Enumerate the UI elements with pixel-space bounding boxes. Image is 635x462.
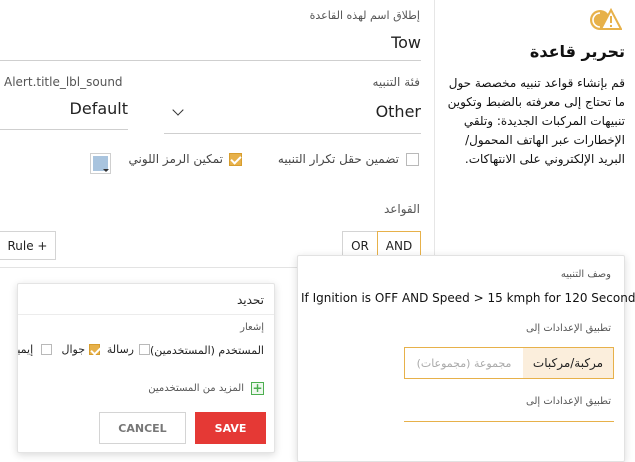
- sms-label: رسالة: [106, 343, 134, 356]
- define-title: تحديد: [236, 293, 264, 307]
- define-divider: [18, 314, 274, 315]
- apply-settings-label: تطبيق الإعدادات إلى: [526, 323, 611, 334]
- description-text: If Ignition is OFF AND Speed > 15 kmph f…: [301, 291, 635, 305]
- description-label: وصف التنبيه: [560, 269, 611, 280]
- category-select[interactable]: Other: [376, 102, 421, 121]
- rules-label: القواعد: [383, 202, 420, 216]
- warning-icon: [590, 8, 622, 30]
- sound-label: Alert.title_lbl_sound: [4, 75, 123, 89]
- color-code-checkbox-label: تمكين الرمز اللوني: [128, 152, 223, 166]
- sound-select[interactable]: Default: [70, 99, 128, 118]
- category-label: فئة التنبيه: [372, 75, 420, 89]
- cancel-button[interactable]: CANCEL: [99, 412, 186, 444]
- repeat-checkbox[interactable]: [406, 153, 419, 166]
- define-dialog: تحديد إشعار المستخدم (المستخدمين) رسالة …: [17, 283, 275, 453]
- add-rule-button[interactable]: Rule +: [0, 231, 56, 260]
- mobile-checkbox[interactable]: [89, 344, 100, 355]
- more-users-link[interactable]: المزيد من المستخدمين: [148, 383, 244, 394]
- add-users-icon[interactable]: +: [251, 382, 264, 395]
- users-label: المستخدم (المستخدمين): [149, 344, 264, 357]
- info-title: تحرير قاعدة: [529, 42, 625, 61]
- sound-underline: [0, 129, 128, 130]
- rule-name-input[interactable]: Tow: [391, 33, 421, 52]
- color-swatch-button[interactable]: [90, 153, 111, 174]
- alert-description-card: وصف التنبيه If Ignition is OFF AND Speed…: [297, 255, 635, 462]
- rule-name-label: إطلاق اسم لهذه القاعدة: [309, 9, 420, 22]
- tab-group[interactable]: مجموعة (مجموعات): [405, 348, 523, 378]
- email-label: إيميل: [17, 343, 34, 356]
- color-code-checkbox[interactable]: [229, 153, 242, 166]
- repeat-checkbox-label: تضمين حقل تكرار التنبيه: [277, 152, 399, 166]
- tab-vehicle[interactable]: مركبة/مركبات: [523, 348, 613, 378]
- save-button[interactable]: SAVE: [195, 412, 266, 444]
- notify-label: إشعار: [240, 322, 264, 333]
- category-underline: [164, 133, 421, 134]
- chevron-down-icon[interactable]: [172, 104, 184, 116]
- mobile-label: جوال: [61, 343, 85, 356]
- email-checkbox[interactable]: [41, 344, 52, 355]
- apply-tabs: مجموعة (مجموعات) مركبة/مركبات: [404, 347, 614, 379]
- rule-name-underline: [0, 60, 421, 61]
- apply-settings-label-2: تطبيق الإعدادات إلى: [526, 396, 611, 407]
- sms-checkbox[interactable]: [139, 344, 150, 355]
- info-description: قم بإنشاء قواعد تنبيه مخصصة حول ما تحتاج…: [447, 76, 625, 166]
- caret-down-icon: [103, 169, 109, 172]
- apply-tabs-2: [404, 421, 614, 425]
